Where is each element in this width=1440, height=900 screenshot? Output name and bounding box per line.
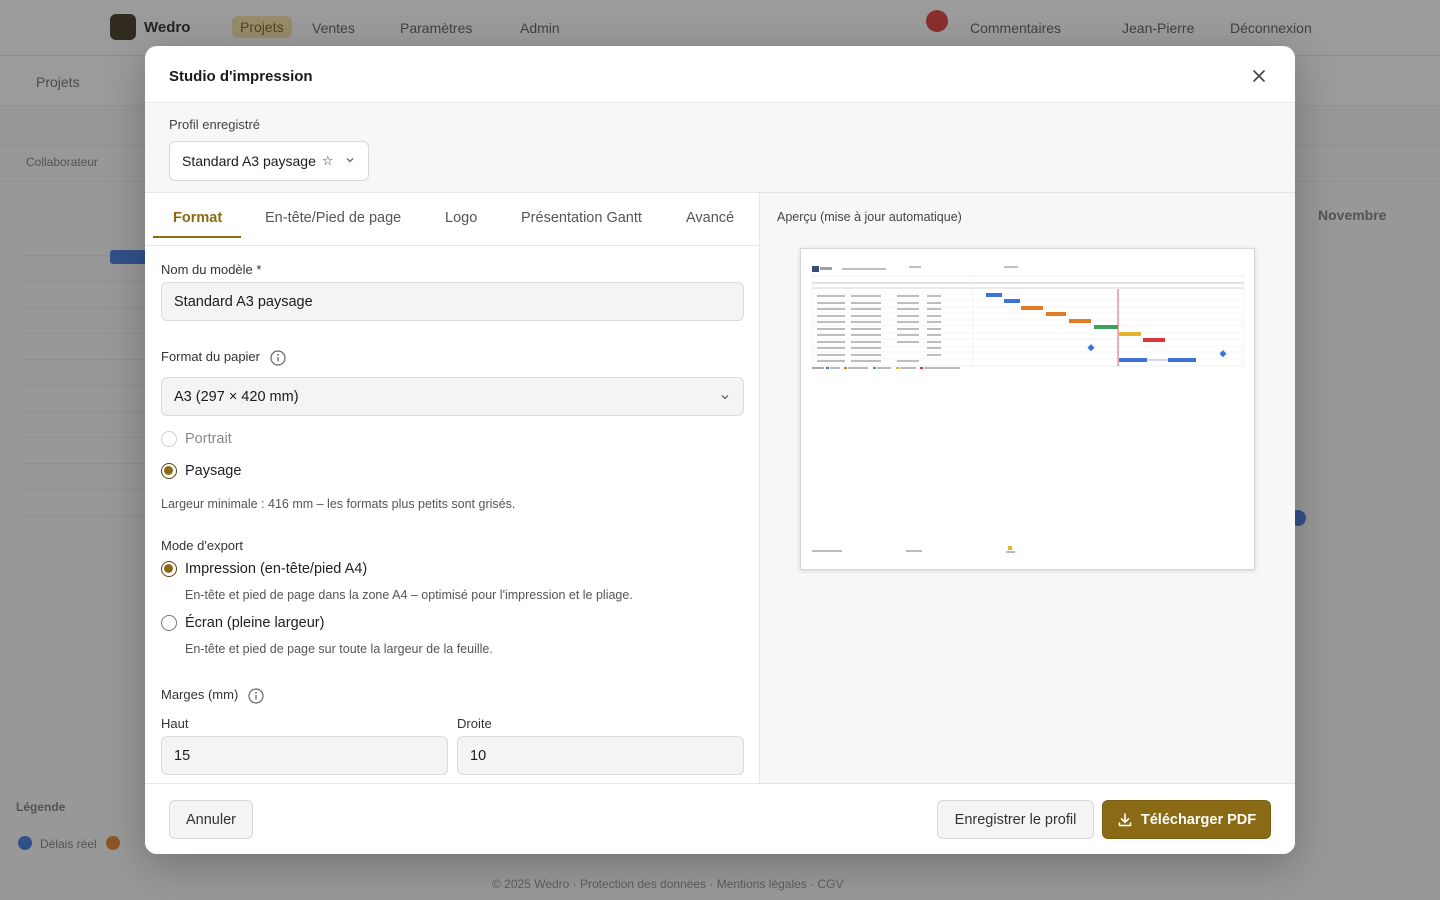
portrait-label: Portrait	[185, 431, 232, 447]
preview-panel: Aperçu (mise à jour automatique)	[760, 193, 1295, 783]
saved-profile-label: Profil enregistré	[169, 117, 261, 132]
export-print-label: Impression (en-tête/pied A4)	[185, 561, 368, 577]
close-button[interactable]	[1247, 64, 1271, 88]
tab-gantt-layout[interactable]: Présentation Gantt	[521, 210, 642, 226]
preview-label: Aperçu (mise à jour automatique)	[777, 210, 962, 224]
chevron-down-icon	[721, 395, 729, 400]
margin-right-input[interactable]	[457, 736, 744, 775]
export-mode-label: Mode d'export	[161, 538, 243, 553]
cancel-button[interactable]: Annuler	[169, 800, 253, 839]
preview-sheet	[800, 248, 1255, 570]
dialog-title: Studio d'impression	[169, 68, 313, 85]
landscape-label: Paysage	[185, 463, 242, 479]
active-tab-indicator	[153, 236, 241, 238]
paper-format-label-text: Format du papier	[161, 349, 260, 364]
model-name-input[interactable]	[161, 282, 744, 321]
margins-label-text: Marges (mm)	[161, 687, 239, 702]
export-print-description: En-tête et pied de page dans la zone A4 …	[185, 588, 633, 602]
export-mode-print-radio[interactable]: Impression (en-tête/pied A4)	[161, 561, 367, 577]
saved-profile-select[interactable]: Standard A3 paysage ☆	[169, 141, 369, 181]
paper-format-label: Format du papier	[161, 349, 286, 366]
chevron-down-icon	[346, 158, 354, 163]
orientation-landscape-radio[interactable]: Paysage	[161, 463, 241, 479]
radio-screen[interactable]	[161, 615, 177, 631]
orientation-portrait-radio[interactable]: Portrait	[161, 431, 232, 447]
info-icon[interactable]	[270, 349, 286, 366]
star-icon: ☆	[321, 153, 334, 168]
export-screen-label: Écran (pleine largeur)	[185, 615, 325, 631]
download-pdf-button[interactable]: Télécharger PDF	[1102, 800, 1271, 839]
min-width-note: Largeur minimale : 416 mm – les formats …	[161, 497, 516, 511]
tab-header-footer[interactable]: En-tête/Pied de page	[265, 210, 401, 226]
settings-panel: Format En-tête/Pied de page Logo Présent…	[145, 193, 760, 783]
model-name-label: Nom du modèle *	[161, 262, 262, 277]
saved-profile-value: Standard A3 paysage	[182, 153, 316, 169]
margin-top-input[interactable]	[161, 736, 448, 775]
radio-portrait[interactable]	[161, 431, 177, 447]
export-screen-description: En-tête et pied de page sur toute la lar…	[185, 642, 493, 656]
gantt-preview-thumbnail	[811, 266, 1245, 553]
download-pdf-label: Télécharger PDF	[1140, 811, 1257, 828]
margin-right-label: Droite	[457, 716, 492, 731]
settings-tabs: Format En-tête/Pied de page Logo Présent…	[145, 193, 759, 246]
tab-advanced[interactable]: Avancé	[686, 210, 734, 226]
info-icon[interactable]	[248, 687, 264, 704]
dialog-header: Studio d'impression	[145, 46, 1295, 103]
margins-label: Marges (mm)	[161, 687, 264, 704]
margin-top-label: Haut	[161, 716, 189, 731]
download-icon	[1118, 812, 1132, 826]
tab-format[interactable]: Format	[173, 210, 222, 226]
tab-logo[interactable]: Logo	[445, 210, 477, 226]
radio-print[interactable]	[161, 561, 177, 577]
print-studio-dialog: Studio d'impression Profil enregistré St…	[145, 46, 1295, 854]
close-icon	[1253, 70, 1265, 82]
save-profile-button[interactable]: Enregistrer le profil	[937, 800, 1094, 839]
paper-format-select[interactable]: A3 (297 × 420 mm)	[161, 377, 744, 416]
export-mode-screen-radio[interactable]: Écran (pleine largeur)	[161, 615, 324, 631]
paper-format-value: A3 (297 × 420 mm)	[174, 388, 299, 405]
dialog-footer: Annuler Enregistrer le profil Télécharge…	[145, 783, 1295, 854]
radio-landscape[interactable]	[161, 463, 177, 479]
saved-profile-section: Profil enregistré Standard A3 paysage ☆	[145, 103, 1295, 193]
